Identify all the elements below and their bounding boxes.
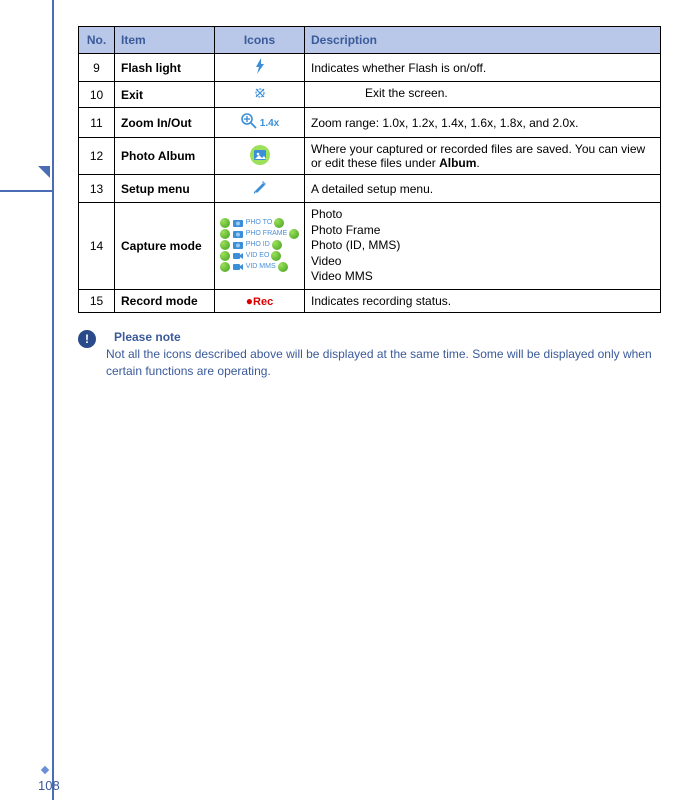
cell-icon	[215, 54, 305, 82]
cap-label: VID EO	[246, 252, 270, 259]
cell-item: Flash light	[115, 54, 215, 82]
cell-icon	[215, 175, 305, 203]
mode-dot-icon	[220, 251, 230, 261]
mode-dot-icon	[271, 251, 281, 261]
cell-icon	[215, 138, 305, 175]
mode-line: Photo	[311, 207, 654, 223]
cap-label: VID MMS	[246, 263, 276, 270]
cell-desc: Zoom range: 1.0x, 1.2x, 1.4x, 1.6x, 1.8x…	[305, 108, 661, 138]
note-info-icon: !	[78, 330, 96, 348]
cell-no: 14	[79, 203, 115, 290]
cell-icon: ●Rec	[215, 289, 305, 312]
header-item: Item	[115, 27, 215, 54]
note-body: Not all the icons described above will b…	[106, 347, 652, 378]
desc-text-bold: Album	[439, 156, 476, 170]
album-icon	[249, 144, 271, 169]
table-row: 9 Flash light Indicates whether Flash is…	[79, 54, 661, 82]
capture-mode-icons: PHO TO PHO FRAME PHO ID VID EO VID MMS	[220, 217, 300, 273]
vertical-rule	[52, 0, 54, 800]
cell-icon	[215, 82, 305, 108]
table-row: 11 Zoom In/Out 1.4x Zoom range: 1.0x, 1.…	[79, 108, 661, 138]
camera-icon	[232, 229, 244, 239]
cell-item: Record mode	[115, 289, 215, 312]
cell-desc: Indicates recording status.	[305, 289, 661, 312]
cell-item: Zoom In/Out	[115, 108, 215, 138]
cap-label: PHO TO	[246, 219, 273, 226]
setup-icon	[252, 179, 268, 198]
mode-line: Photo (ID, MMS)	[311, 238, 654, 254]
header-icons: Icons	[215, 27, 305, 54]
cell-desc: A detailed setup menu.	[305, 175, 661, 203]
header-description: Description	[305, 27, 661, 54]
header-no: No.	[79, 27, 115, 54]
cell-no: 9	[79, 54, 115, 82]
mode-line: Video	[311, 254, 654, 270]
cell-desc: Indicates whether Flash is on/off.	[305, 54, 661, 82]
page-number: 108	[38, 778, 60, 793]
flash-icon	[253, 58, 267, 77]
table-row: 10 Exit Exit the screen.	[79, 82, 661, 108]
desc-text-post: .	[476, 156, 479, 170]
mode-line: Photo Frame	[311, 223, 654, 239]
cell-item: Capture mode	[115, 203, 215, 290]
cell-item: Setup menu	[115, 175, 215, 203]
mode-dot-icon	[220, 229, 230, 239]
cell-icon: PHO TO PHO FRAME PHO ID VID EO VID MMS	[215, 203, 305, 290]
cap-label: PHO FRAME	[246, 230, 288, 237]
cell-no: 12	[79, 138, 115, 175]
mode-line: Video MMS	[311, 269, 654, 285]
zoom-level-label: 1.4x	[260, 118, 279, 129]
camera-icon	[232, 218, 244, 228]
cell-desc: Exit the screen.	[305, 82, 661, 108]
table-row: 14 Capture mode PHO TO PHO FRAME PHO ID …	[79, 203, 661, 290]
mode-dot-icon	[278, 262, 288, 272]
cell-icon: 1.4x	[215, 108, 305, 138]
cap-label: PHO ID	[246, 241, 270, 248]
cell-desc: Photo Photo Frame Photo (ID, MMS) Video …	[305, 203, 661, 290]
cell-item: Photo Album	[115, 138, 215, 175]
mode-dot-icon	[220, 240, 230, 250]
mode-dot-icon	[274, 218, 284, 228]
horizontal-rule	[0, 190, 52, 192]
note-text: Please note Not all the icons described …	[106, 329, 661, 379]
footer-diamond-icon	[41, 766, 49, 774]
cell-no: 11	[79, 108, 115, 138]
note-block: ! Please note Not all the icons describe…	[78, 329, 661, 379]
cell-no: 15	[79, 289, 115, 312]
cell-item: Exit	[115, 82, 215, 108]
video-icon	[232, 262, 244, 272]
camera-icon	[232, 240, 244, 250]
table-row: 13 Setup menu A detailed setup menu.	[79, 175, 661, 203]
table-row: 15 Record mode ●Rec Indicates recording …	[79, 289, 661, 312]
cell-no: 13	[79, 175, 115, 203]
page-content: No. Item Icons Description 9 Flash light…	[78, 26, 661, 379]
exit-icon	[253, 86, 267, 103]
mode-dot-icon	[289, 229, 299, 239]
zoom-icon	[240, 112, 258, 133]
icon-description-table: No. Item Icons Description 9 Flash light…	[78, 26, 661, 313]
table-row: 12 Photo Album Where your captured or re…	[79, 138, 661, 175]
mode-dot-icon	[272, 240, 282, 250]
record-icon: ●Rec	[246, 294, 273, 308]
sidebar-tab-icon	[38, 166, 50, 178]
mode-dot-icon	[220, 262, 230, 272]
video-icon	[232, 251, 244, 261]
cell-no: 10	[79, 82, 115, 108]
mode-dot-icon	[220, 218, 230, 228]
note-title: Please note	[114, 330, 181, 344]
cell-desc: Where your captured or recorded files ar…	[305, 138, 661, 175]
